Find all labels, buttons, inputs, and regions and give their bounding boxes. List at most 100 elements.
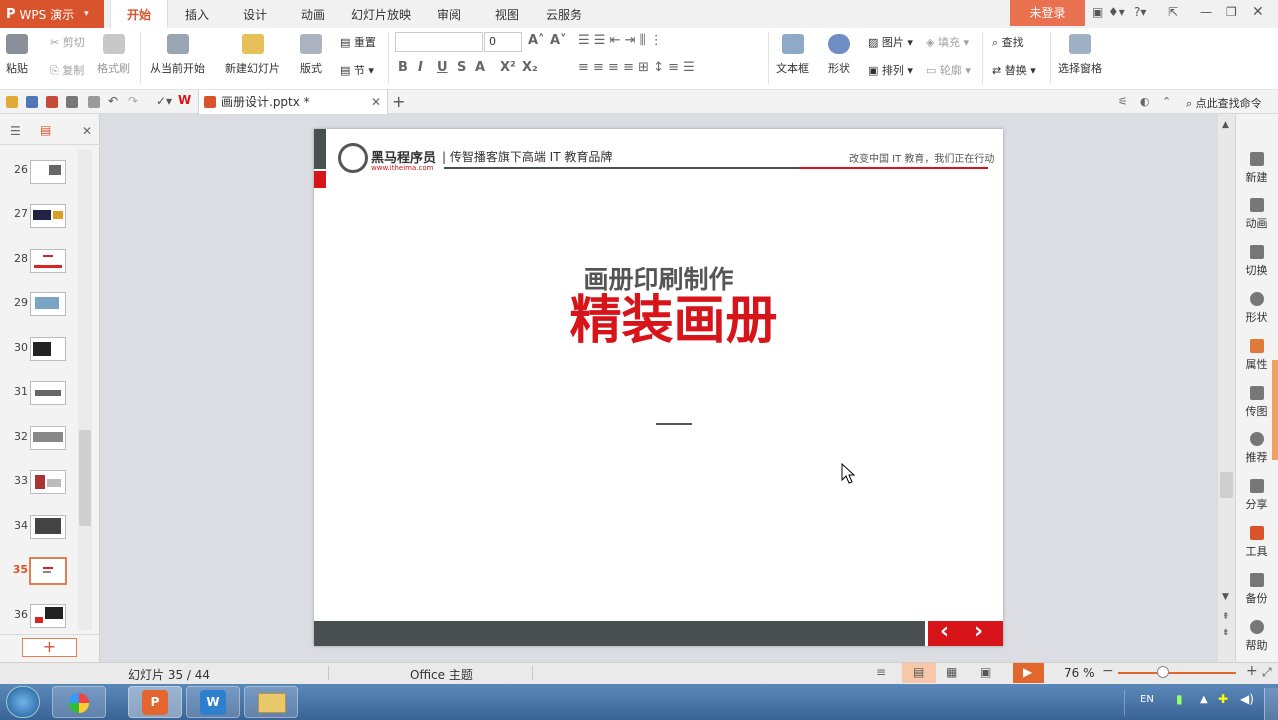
open-icon[interactable] — [6, 96, 18, 108]
sidebar-item-animation[interactable]: 动画 — [1235, 198, 1278, 231]
italic-icon[interactable]: I — [418, 60, 423, 75]
command-search[interactable]: ⌕ 点此查找命令 — [1186, 95, 1262, 111]
scrollbar-thumb[interactable] — [79, 430, 91, 526]
help-icon[interactable]: ?▾ — [1134, 5, 1146, 19]
outline-button[interactable]: ▭ 轮廓 ▾ — [926, 62, 971, 78]
from-current-button[interactable]: 从当前开始 — [150, 34, 205, 76]
outline-view-icon[interactable]: ☰ — [10, 124, 21, 138]
show-desktop-button[interactable] — [1264, 688, 1278, 720]
print-icon[interactable] — [66, 96, 78, 108]
sidebar-item-upload-picture[interactable]: 传图 — [1235, 386, 1278, 419]
close-tab-icon[interactable]: ✕ — [371, 90, 381, 114]
zoom-slider[interactable] — [1118, 672, 1236, 674]
taskbar-wps-writer-button[interactable]: W — [186, 686, 240, 718]
editor-scrollbar[interactable] — [1218, 114, 1235, 662]
prev-page-icon[interactable]: ⇞ — [1222, 612, 1230, 622]
app-menu-button[interactable]: P WPS 演示 ▾ — [0, 0, 104, 28]
fill-button[interactable]: ◈ 填充 ▾ — [926, 34, 969, 50]
slide-thumbnail[interactable] — [30, 426, 66, 450]
paste-button[interactable]: 粘贴 — [6, 34, 28, 76]
slide-thumbnail[interactable] — [30, 470, 66, 494]
zoom-slider-thumb[interactable] — [1157, 666, 1169, 678]
shape-button[interactable]: 形状 — [828, 34, 850, 76]
tab-home[interactable]: 开始 — [110, 0, 168, 28]
slide-thumbnail[interactable] — [30, 337, 66, 361]
minimize-icon[interactable]: — — [1200, 5, 1212, 19]
scroll-up-icon[interactable]: ▲ — [1222, 120, 1229, 130]
grow-font-icon[interactable]: A˄ — [528, 33, 545, 48]
sidebar-item-shape[interactable]: 形状 — [1235, 292, 1278, 325]
bullets-icon[interactable]: ☰ ☰ ⇤ ⇥ ⫼ ⋮ — [578, 33, 663, 48]
close-icon[interactable]: ✕ — [1252, 4, 1264, 20]
underline-icon[interactable]: U — [437, 60, 448, 75]
arrange-button[interactable]: ▣ 排列 ▾ — [868, 62, 913, 78]
add-slide-button[interactable]: + — [22, 638, 77, 657]
select-pane-button[interactable]: 选择窗格 — [1058, 34, 1102, 76]
save-icon[interactable] — [26, 96, 38, 108]
skin-icon[interactable]: ▣ — [1092, 5, 1103, 19]
zoom-out-icon[interactable]: − — [1102, 663, 1114, 679]
slides-view-icon[interactable]: ▤ — [40, 123, 51, 137]
layout-button[interactable]: 版式 — [300, 34, 322, 76]
tab-slideshow[interactable]: 幻灯片放映 — [346, 0, 416, 28]
tray-expand-icon[interactable]: ▲ — [1200, 694, 1208, 705]
redo-icon[interactable]: ↷ — [128, 94, 138, 108]
slide-thumbnail[interactable] — [30, 515, 66, 539]
tab-animation[interactable]: 动画 — [288, 0, 338, 28]
shrink-font-icon[interactable]: A˅ — [550, 33, 567, 48]
sidebar-item-new[interactable]: 新建 — [1235, 152, 1278, 185]
taskbar-wps-presentation-button[interactable]: P — [128, 686, 182, 718]
sidebar-item-backup[interactable]: 备份 — [1235, 573, 1278, 606]
format-clear-icon[interactable]: ⚟ — [1118, 95, 1128, 108]
subscript-icon[interactable]: X₂ — [522, 60, 538, 75]
tab-design[interactable]: 设计 — [230, 0, 280, 28]
format-painter-button[interactable]: 格式刷 — [97, 34, 130, 76]
shadow-icon[interactable]: S — [457, 60, 466, 75]
sorter-view-icon[interactable]: ▦ — [946, 665, 957, 679]
align-icons[interactable]: ≡ ≡ ≡ ≡ ⊞ ↕ ≡ ☰ — [578, 60, 695, 75]
zoom-in-icon[interactable]: + — [1246, 663, 1258, 679]
textbox-button[interactable]: 文本框 — [776, 34, 809, 76]
slide-thumbnail[interactable] — [30, 292, 66, 316]
taskbar-browser-button[interactable] — [52, 686, 106, 718]
sidebar-item-transition[interactable]: 切换 — [1235, 245, 1278, 278]
next-slide-icon[interactable]: › — [974, 619, 983, 644]
font-color-icon[interactable]: A — [475, 60, 485, 75]
normal-view-button[interactable]: ▤ — [902, 663, 936, 683]
taskbar-explorer-button[interactable] — [244, 686, 298, 718]
scrollbar-thumb[interactable] — [1220, 472, 1233, 498]
slide-title[interactable]: 精装画册 — [314, 289, 1033, 353]
sidebar-item-share[interactable]: 分享 — [1235, 479, 1278, 512]
new-tab-icon[interactable]: + — [392, 92, 405, 111]
wps-home-icon[interactable]: W — [178, 93, 191, 107]
slide-thumbnail-selected[interactable] — [29, 557, 67, 585]
start-button[interactable] — [6, 686, 40, 718]
find-button[interactable]: ⌕ 查找 — [992, 34, 1024, 50]
tray-app-icon[interactable]: ✚ — [1218, 692, 1228, 706]
bold-icon[interactable]: B — [398, 60, 408, 75]
export-pdf-icon[interactable] — [46, 96, 58, 108]
shirt-icon[interactable]: ♦▾ — [1108, 5, 1125, 19]
close-panel-icon[interactable]: ✕ — [82, 124, 92, 138]
preview-icon[interactable] — [88, 96, 100, 108]
document-tab[interactable]: 画册设计.pptx * ✕ — [198, 90, 388, 114]
new-slide-button[interactable]: 新建幻灯片 — [225, 34, 280, 76]
next-page-icon[interactable]: ⇟ — [1222, 628, 1230, 638]
reading-view-icon[interactable]: ▣ — [980, 665, 991, 679]
slide-thumbnail[interactable] — [30, 381, 66, 405]
tab-review[interactable]: 审阅 — [424, 0, 474, 28]
toggle-icon[interactable]: ◐ — [1140, 95, 1150, 108]
tab-view[interactable]: 视图 — [482, 0, 532, 28]
theme-name[interactable]: Office 主题 — [410, 666, 473, 683]
slide-thumbnail[interactable] — [30, 204, 66, 228]
collapse-ribbon-icon[interactable]: ⌃ — [1162, 95, 1171, 108]
login-button[interactable]: 未登录 — [1010, 0, 1085, 26]
zoom-level[interactable]: 76 % — [1064, 666, 1095, 680]
sidebar-item-tools[interactable]: 工具 — [1235, 526, 1278, 559]
sidebar-item-help[interactable]: 帮助 — [1235, 620, 1278, 653]
fit-window-icon[interactable]: ⤢ — [1262, 665, 1272, 680]
cut-button[interactable]: ✂ 剪切 — [50, 34, 85, 50]
section-button[interactable]: ▤ 节 ▾ — [340, 62, 374, 78]
slide-canvas[interactable]: 黑马程序员 www.itheima.com | 传智播客旗下高端 IT 教育品牌… — [314, 129, 1003, 646]
picture-button[interactable]: ▨ 图片 ▾ — [868, 34, 913, 50]
